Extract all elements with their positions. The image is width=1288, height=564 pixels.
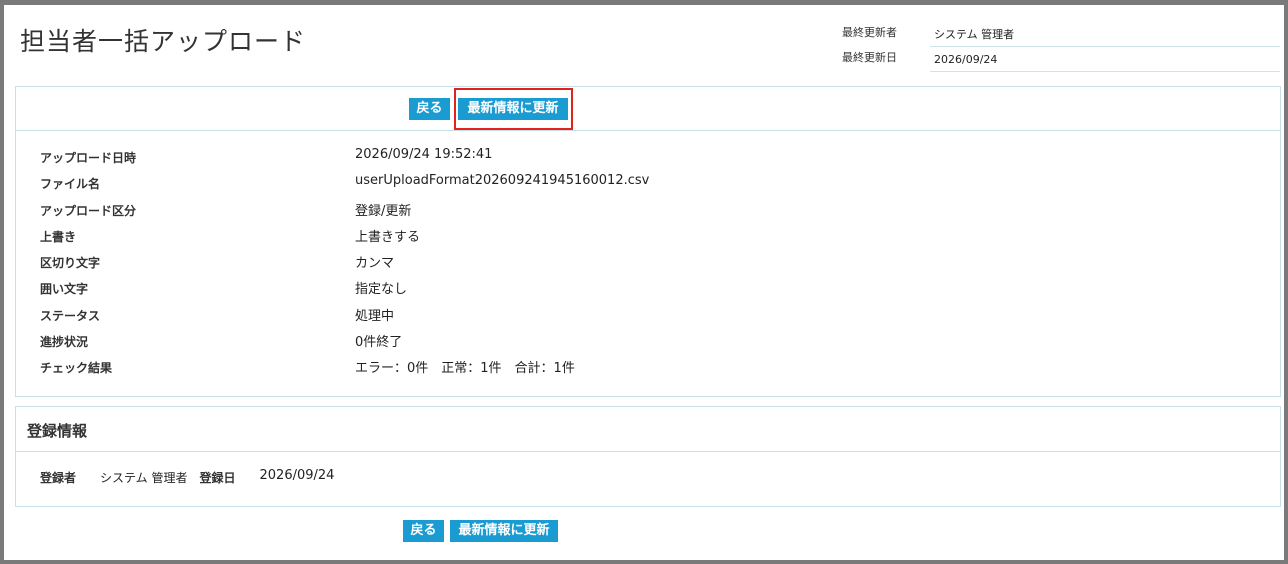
detail-label: ファイル名: [40, 177, 101, 192]
detail-value: userUploadFormat202609241945160012.csv: [355, 173, 650, 189]
detail-row-delimiter: 区切り文字 カンマ: [16, 250, 1280, 276]
upload-detail-panel: 戻る 最新情報に更新 アップロード日時 2026/09/24 19:52:41 …: [15, 86, 1281, 397]
last-updated-date-value: 2026/09/24: [930, 47, 1280, 72]
detail-label: 囲い文字: [40, 282, 89, 297]
registration-header: 登録情報: [16, 407, 1280, 452]
detail-label: 上書き: [40, 229, 77, 244]
detail-row-status: ステータス 処理中: [16, 303, 1280, 329]
detail-value: 登録/更新: [355, 203, 412, 219]
last-updated-date-row: 最終更新日 2026/09/24: [842, 47, 1280, 72]
top-toolbar: 戻る 最新情報に更新: [16, 87, 1280, 131]
detail-label: ステータス: [40, 308, 101, 323]
detail-value: カンマ: [355, 256, 395, 272]
refresh-button-bottom[interactable]: 最新情報に更新: [450, 520, 558, 542]
detail-list: アップロード日時 2026/09/24 19:52:41 ファイル名 userU…: [16, 145, 1280, 382]
detail-value: 2026/09/24 19:52:41: [355, 147, 493, 162]
detail-value: 指定なし: [355, 282, 408, 298]
registration-row: 登録者 システム 管理者 登録日 2026/09/24: [40, 468, 335, 486]
detail-label: アップロード日時: [40, 151, 137, 165]
back-button[interactable]: 戻る: [409, 98, 450, 120]
refresh-button[interactable]: 最新情報に更新: [458, 98, 568, 120]
last-updated-by-value: システム 管理者: [930, 22, 1280, 47]
registrant-value: システム 管理者: [100, 471, 188, 485]
detail-value: 処理中: [355, 308, 395, 324]
update-meta: 最終更新者 システム 管理者 最終更新日 2026/09/24: [842, 22, 1280, 72]
detail-value: 上書きする: [355, 229, 421, 245]
detail-value: エラー：0件 正常：1件 合計：1件: [355, 361, 575, 377]
detail-label: 進捗状況: [40, 335, 89, 350]
detail-row-check-result: チェック結果 エラー：0件 正常：1件 合計：1件: [16, 355, 1280, 381]
detail-row-progress: 進捗状況 0件終了: [16, 329, 1280, 355]
detail-label: チェック結果: [40, 361, 113, 376]
last-updated-by-row: 最終更新者 システム 管理者: [842, 22, 1280, 47]
detail-row-upload-datetime: アップロード日時 2026/09/24 19:52:41: [16, 145, 1280, 171]
detail-row-file-name: ファイル名 userUploadFormat202609241945160012…: [16, 171, 1280, 197]
registrant-label: 登録者: [40, 471, 77, 485]
last-updated-date-label: 最終更新日: [842, 50, 897, 64]
back-button-bottom[interactable]: 戻る: [403, 520, 444, 542]
detail-row-enclosure: 囲い文字 指定なし: [16, 276, 1280, 302]
registration-date-value: 2026/09/24: [259, 468, 335, 483]
detail-value: 0件終了: [355, 335, 403, 351]
registration-panel: 登録情報 登録者 システム 管理者 登録日 2026/09/24: [15, 406, 1281, 507]
last-updated-by-label: 最終更新者: [842, 25, 897, 39]
registration-date-label: 登録日: [199, 471, 236, 485]
detail-label: アップロード区分: [40, 203, 137, 218]
detail-row-upload-type: アップロード区分 登録/更新: [16, 198, 1280, 224]
page-title: 担当者一括アップロード: [20, 27, 307, 56]
registration-title: 登録情報: [27, 422, 88, 440]
detail-label: 区切り文字: [40, 256, 101, 271]
detail-row-overwrite: 上書き 上書きする: [16, 224, 1280, 250]
